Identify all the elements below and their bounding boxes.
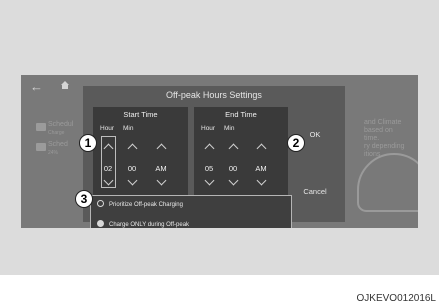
option-label: Prioritize Off-peak Charging <box>109 202 183 208</box>
end-ampm-value[interactable]: AM <box>252 164 270 173</box>
end-ampm-up-icon[interactable] <box>256 143 267 154</box>
bg-right-text: time. <box>364 135 380 142</box>
callout-3: 3 <box>75 190 93 208</box>
offpeak-settings-dialog: Off-peak Hours Settings Start Time Hour … <box>83 86 345 228</box>
end-hour-value[interactable]: 05 <box>200 164 218 173</box>
end-time-panel: End Time Hour Min 05 00 AM <box>194 107 288 195</box>
start-min-up-icon[interactable] <box>127 143 138 154</box>
start-time-panel: Start Time Hour Min 02 00 AM <box>93 107 188 195</box>
bg-right-text: ry depending <box>364 143 405 150</box>
start-time-title: Start Time <box>123 110 158 119</box>
min-label: Min <box>224 125 235 132</box>
option-prioritize[interactable]: Prioritize Off-peak Charging <box>97 200 183 208</box>
dialog-title: Off-peak Hours Settings <box>166 90 262 100</box>
home-icon[interactable] <box>60 80 70 90</box>
hour-label: Hour <box>201 125 216 132</box>
charging-options: Prioritize Off-peak Charging Charge ONLY… <box>90 195 292 228</box>
end-min-down-icon[interactable] <box>228 175 239 186</box>
radio-unselected-icon <box>97 200 104 207</box>
start-min-value[interactable]: 00 <box>123 164 141 173</box>
option-charge-only[interactable]: Charge ONLY during Off-peak <box>97 220 189 228</box>
bg-item-title: Sched <box>48 141 68 148</box>
start-min-down-icon[interactable] <box>127 175 138 186</box>
callout-1: 1 <box>79 134 97 152</box>
cancel-button[interactable]: Cancel <box>289 187 341 196</box>
bg-item-sub: 24% <box>48 150 59 156</box>
option-label: Charge ONLY during Off-peak <box>109 222 190 228</box>
schedule-icon <box>36 143 46 151</box>
car-illustration <box>357 153 418 212</box>
min-label: Min <box>123 125 134 132</box>
bg-right-text: based on <box>364 127 393 134</box>
end-min-value[interactable]: 00 <box>224 164 242 173</box>
start-ampm-value[interactable]: AM <box>152 164 170 173</box>
radio-selected-icon <box>97 220 104 227</box>
start-ampm-down-icon[interactable] <box>156 175 167 186</box>
schedule-icon <box>36 123 46 131</box>
figure-caption: OJKEVO012016L <box>356 293 437 304</box>
start-ampm-up-icon[interactable] <box>156 143 167 154</box>
end-ampm-down-icon[interactable] <box>256 175 267 186</box>
end-hour-up-icon[interactable] <box>204 143 215 154</box>
bg-item-sub: Charge <box>48 130 65 136</box>
callout-2: 2 <box>287 134 305 152</box>
end-min-up-icon[interactable] <box>228 143 239 154</box>
bg-item-title: Schedul <box>48 121 74 128</box>
figure-frame: ← Schedul Charge Sched 24% and Climate b… <box>0 0 439 275</box>
end-hour-down-icon[interactable] <box>204 175 215 186</box>
back-arrow-icon[interactable]: ← <box>30 80 43 93</box>
bg-right-text: and Climate <box>364 119 402 126</box>
end-time-title: End Time <box>225 110 257 119</box>
start-hour-value[interactable]: 02 <box>99 164 117 173</box>
hour-label: Hour <box>100 125 115 132</box>
